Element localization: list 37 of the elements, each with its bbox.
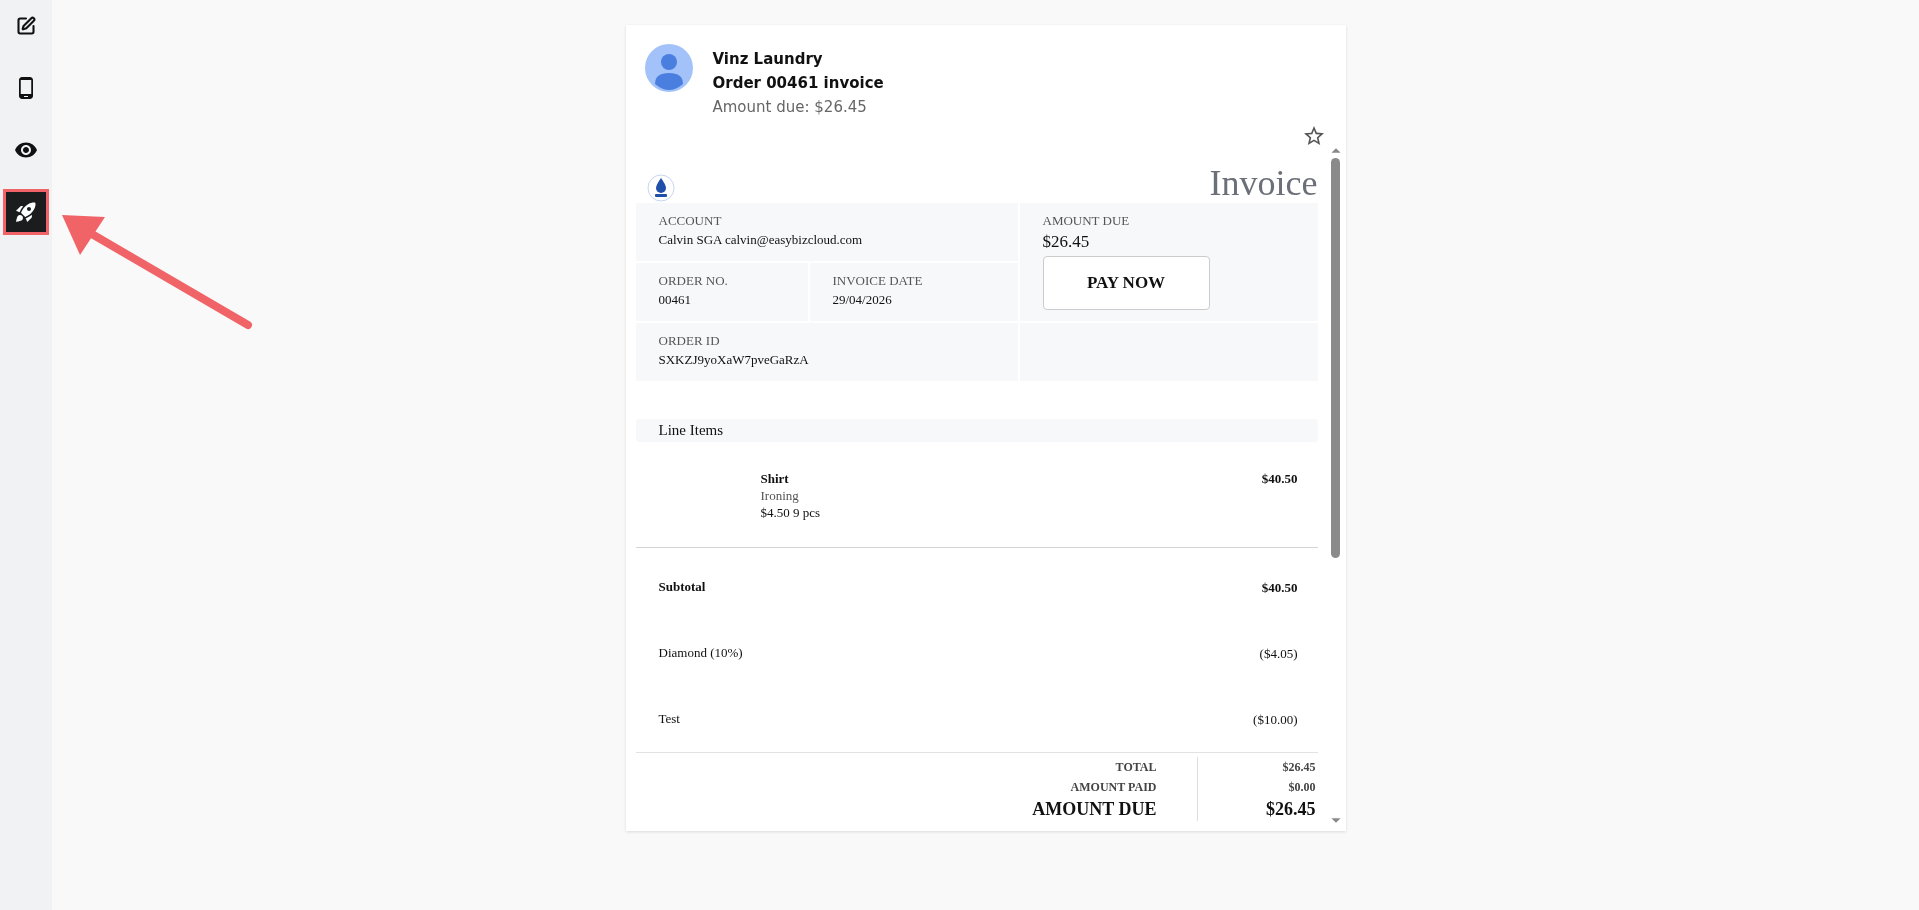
amount-summary: Amount due: $26.45 [712,97,868,118]
total-amount: $0.00 [1288,779,1316,796]
field-value: 29/04/2026 [832,291,893,308]
summary-amount: ($10.00) [1253,710,1298,728]
star-button[interactable] [1301,124,1326,148]
total-label: AMOUNT DUE [1032,798,1157,821]
item-quantity: $4.50 9 pcs [760,504,821,521]
section-heading: Line Items [635,419,1318,442]
field-label: ORDER NO. [658,272,729,289]
summary-amount: ($4.05) [1259,644,1298,662]
total-label: TOTAL [1115,759,1157,776]
avatar-icon [644,44,693,92]
item-name: Shirt [760,470,790,487]
field-label: ACCOUNT [658,212,723,229]
pay-now-button[interactable]: PAY NOW [1042,256,1210,310]
field-label: AMOUNT DUE [1042,212,1131,229]
field-label: ORDER ID [658,332,721,349]
total-amount: $26.45 [1282,759,1316,776]
field-label: INVOICE DATE [832,272,924,289]
field-value: SXKZJ9yoXaW7pveGaRzA [658,351,810,368]
rocket-icon [14,200,38,224]
field-value: $26.45 [1042,231,1091,253]
summary-label: Test [658,711,680,727]
invoice-title: Invoice [1209,163,1318,203]
total-label: AMOUNT PAID [1070,779,1157,796]
total-amount: $26.45 [1266,798,1316,821]
field-value: Calvin SGA calvin@easybizcloud.com [658,231,864,248]
summary-label: Subtotal [658,579,706,595]
summary-amount: $40.50 [1261,578,1298,596]
edit-icon [16,16,36,36]
summary-label: Diamond (10%) [658,645,743,661]
sidebar-button[interactable] [6,192,46,232]
item-service: Ironing [760,487,800,504]
item-amount: $40.50 [1261,470,1298,488]
sender-name: Vinz Laundry [712,49,824,70]
email-subject: Order 00461 invoice [712,73,885,94]
field-value: 00461 [658,291,692,308]
